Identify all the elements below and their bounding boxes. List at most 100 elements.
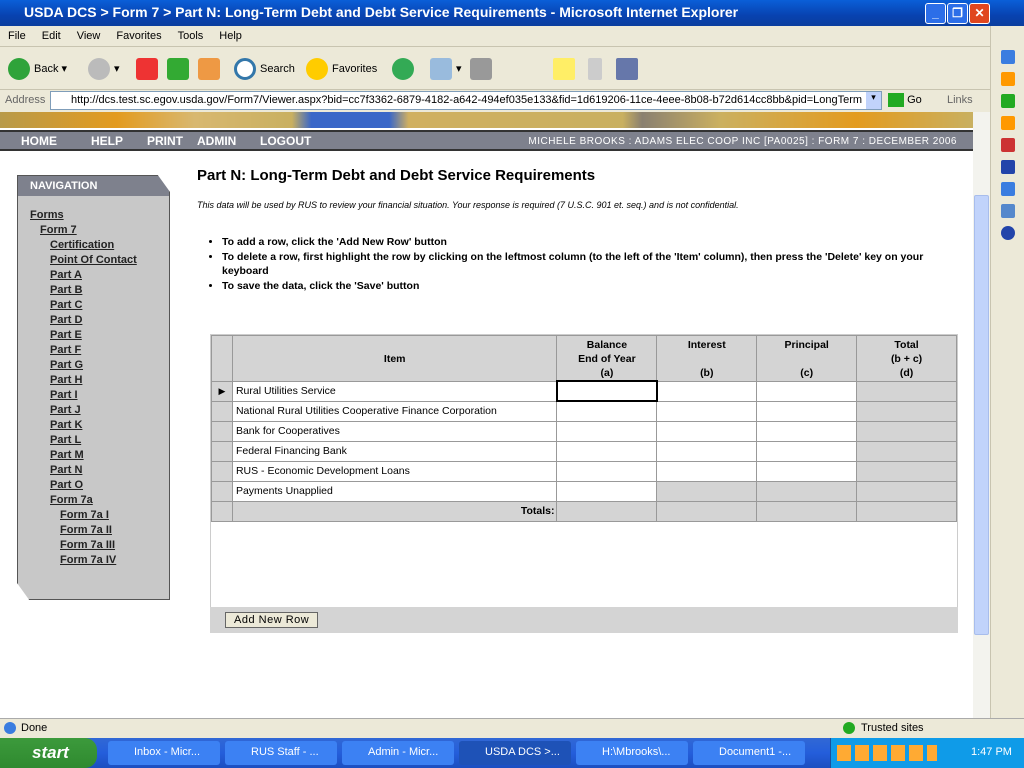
- nav-logout[interactable]: LOGOUT: [260, 134, 311, 148]
- interest-cell[interactable]: [656, 380, 758, 402]
- nav-link-form-7a-ii[interactable]: Form 7a II: [60, 524, 112, 536]
- row-selector[interactable]: [211, 460, 233, 482]
- interest-cell[interactable]: [656, 460, 758, 482]
- table-row[interactable]: Bank for Cooperatives: [211, 420, 957, 442]
- nav-link-part-c[interactable]: Part C: [50, 299, 82, 311]
- taskbar-item[interactable]: Admin - Micr...: [342, 741, 454, 765]
- forward-button[interactable]: ▾: [88, 58, 120, 80]
- nav-link-part-h[interactable]: Part H: [50, 374, 82, 386]
- balance-cell[interactable]: [556, 400, 658, 422]
- nav-admin[interactable]: ADMIN: [197, 134, 236, 148]
- excel-icon[interactable]: [1000, 94, 1015, 108]
- nav-link-form-7a-i[interactable]: Form 7a I: [60, 509, 109, 521]
- close-button[interactable]: ✕: [969, 3, 990, 24]
- row-selector[interactable]: ▶: [211, 380, 233, 402]
- interest-cell[interactable]: [656, 400, 758, 422]
- row-selector[interactable]: [211, 440, 233, 462]
- row-selector[interactable]: [211, 420, 233, 442]
- back-button[interactable]: Back ▾: [8, 58, 67, 80]
- nav-link-part-d[interactable]: Part D: [50, 314, 82, 326]
- stop-button[interactable]: [136, 58, 162, 80]
- balance-cell[interactable]: [556, 440, 658, 462]
- item-cell[interactable]: Bank for Cooperatives: [231, 420, 558, 442]
- home-button[interactable]: [198, 58, 224, 80]
- nav-link-part-e[interactable]: Part E: [50, 329, 82, 341]
- ie-icon-2[interactable]: [1000, 182, 1015, 196]
- balance-cell[interactable]: [555, 380, 658, 402]
- menu-view[interactable]: View: [69, 26, 109, 42]
- interest-cell[interactable]: [656, 440, 758, 462]
- table-row[interactable]: Federal Financing Bank: [211, 440, 957, 462]
- device-button[interactable]: [588, 58, 606, 80]
- address-input[interactable]: http://dcs.test.sc.egov.usda.gov/Form7/V…: [50, 91, 882, 110]
- table-row[interactable]: Payments Unapplied: [211, 480, 957, 502]
- nav-link-part-i[interactable]: Part I: [50, 389, 78, 401]
- mail-button[interactable]: ▾: [430, 58, 462, 80]
- menu-tools[interactable]: Tools: [170, 26, 212, 42]
- go-button[interactable]: Go: [888, 93, 922, 107]
- principal-cell[interactable]: [756, 420, 858, 442]
- print-button[interactable]: [470, 58, 496, 80]
- start-button[interactable]: start: [0, 738, 97, 768]
- menu-favorites[interactable]: Favorites: [108, 26, 169, 42]
- word-icon[interactable]: [1000, 160, 1015, 174]
- taskbar-item[interactable]: Document1 -...: [693, 741, 805, 765]
- tray-icons[interactable]: [837, 745, 937, 761]
- access-icon[interactable]: [1000, 138, 1015, 152]
- nav-home[interactable]: HOME: [21, 134, 57, 148]
- maximize-button[interactable]: ❐: [947, 3, 968, 24]
- nav-link-part-j[interactable]: Part J: [50, 404, 81, 416]
- users-icon[interactable]: [1000, 204, 1015, 218]
- nav-help[interactable]: HELP: [91, 134, 123, 148]
- clock-icon[interactable]: [1000, 72, 1015, 86]
- nav-link-forms[interactable]: Forms: [30, 209, 64, 221]
- interest-cell[interactable]: [656, 420, 758, 442]
- nav-link-point-of-contact[interactable]: Point Of Contact: [50, 254, 137, 266]
- address-dropdown[interactable]: ▾: [866, 92, 881, 109]
- nav-link-part-l[interactable]: Part L: [50, 434, 81, 446]
- taskbar-item[interactable]: Inbox - Micr...: [108, 741, 220, 765]
- menu-file[interactable]: File: [0, 26, 34, 42]
- taskbar-item[interactable]: H:\Mbrooks\...: [576, 741, 688, 765]
- item-cell[interactable]: Federal Financing Bank: [231, 440, 558, 462]
- item-cell[interactable]: Payments Unapplied: [231, 480, 558, 502]
- refresh-button[interactable]: [167, 58, 193, 80]
- ie-icon[interactable]: [1000, 50, 1015, 64]
- add-new-row-button[interactable]: Add New Row: [225, 612, 319, 628]
- history-button[interactable]: [392, 58, 418, 80]
- table-row[interactable]: National Rural Utilities Cooperative Fin…: [211, 400, 957, 422]
- principal-cell[interactable]: [756, 440, 858, 462]
- nav-print[interactable]: PRINT: [147, 134, 183, 148]
- menu-help[interactable]: Help: [211, 26, 250, 42]
- taskbar-item[interactable]: RUS Staff - ...: [225, 741, 337, 765]
- search-button[interactable]: Search: [234, 58, 295, 80]
- item-cell[interactable]: National Rural Utilities Cooperative Fin…: [231, 400, 558, 422]
- item-cell[interactable]: RUS - Economic Development Loans: [231, 460, 558, 482]
- media-icon[interactable]: [1000, 226, 1015, 240]
- item-cell[interactable]: Rural Utilities Service: [231, 380, 558, 402]
- principal-cell[interactable]: [756, 400, 858, 422]
- balance-cell[interactable]: [556, 460, 658, 482]
- taskbar-item[interactable]: USDA DCS >...: [459, 741, 571, 765]
- balance-cell[interactable]: [556, 480, 658, 502]
- nav-link-part-m[interactable]: Part M: [50, 449, 84, 461]
- row-selector[interactable]: [211, 400, 233, 422]
- nav-link-part-b[interactable]: Part B: [50, 284, 82, 296]
- minimize-button[interactable]: _: [925, 3, 946, 24]
- nav-link-form-7a[interactable]: Form 7a: [50, 494, 93, 506]
- nav-link-form-7a-iii[interactable]: Form 7a III: [60, 539, 115, 551]
- links-label[interactable]: Links: [947, 94, 973, 106]
- principal-cell[interactable]: [756, 460, 858, 482]
- scrollbar-thumb[interactable]: [974, 195, 989, 635]
- nav-link-form-7[interactable]: Form 7: [40, 224, 77, 236]
- nav-link-form-7a-iv[interactable]: Form 7a IV: [60, 554, 116, 566]
- principal-cell[interactable]: [756, 380, 858, 402]
- nav-link-part-n[interactable]: Part N: [50, 464, 82, 476]
- menu-edit[interactable]: Edit: [34, 26, 69, 42]
- nav-link-part-a[interactable]: Part A: [50, 269, 82, 281]
- nav-link-part-o[interactable]: Part O: [50, 479, 83, 491]
- table-row[interactable]: ▶ Rural Utilities Service: [211, 380, 957, 402]
- outlook-icon[interactable]: [1000, 116, 1015, 130]
- nav-link-part-k[interactable]: Part K: [50, 419, 82, 431]
- balance-cell[interactable]: [556, 420, 658, 442]
